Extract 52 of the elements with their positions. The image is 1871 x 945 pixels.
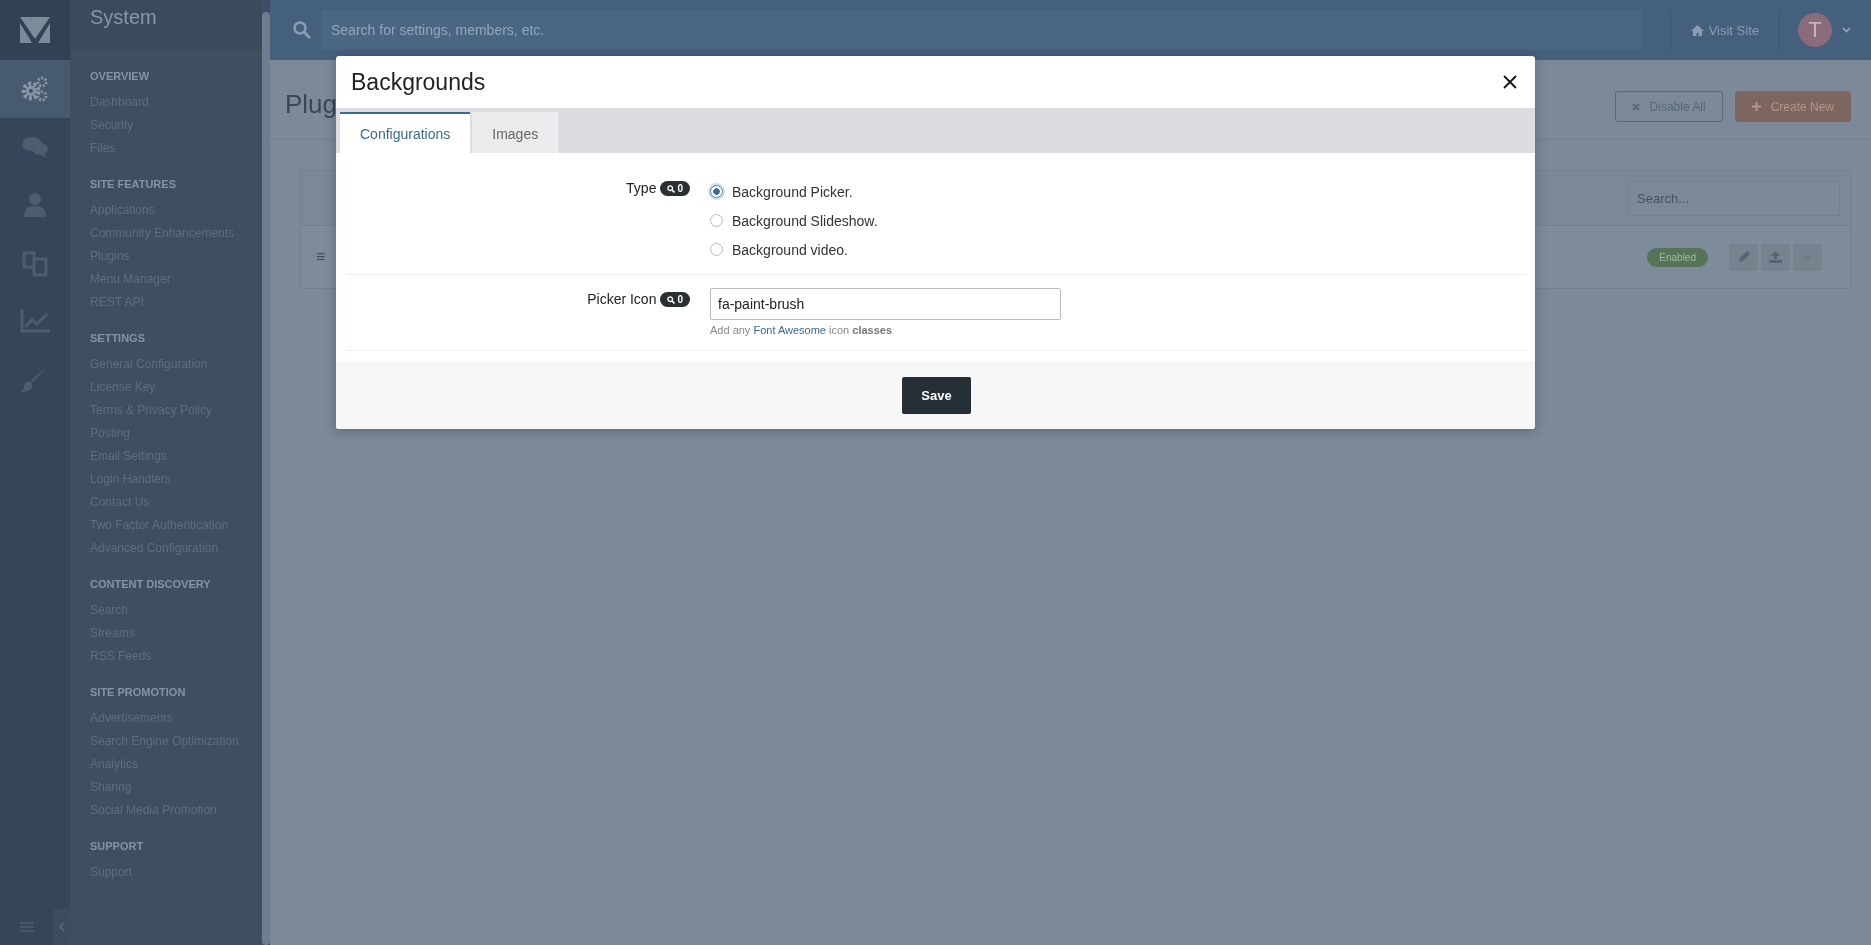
section-heading: SITE PROMOTION <box>90 686 186 698</box>
collapse-button[interactable] <box>54 909 70 945</box>
radio-button[interactable] <box>710 214 723 227</box>
sidebar-title: System <box>70 0 262 50</box>
status-badge: Enabled <box>1647 247 1708 267</box>
font-awesome-link[interactable]: Font Awesome <box>753 324 826 336</box>
text-input[interactable]: fa-paint-brush <box>710 288 1061 320</box>
tab[interactable]: Configurations <box>340 112 471 153</box>
section-heading: CONTENT DISCOVERY <box>90 578 211 590</box>
paint-brush-icon[interactable] <box>21 365 49 393</box>
home-icon <box>1690 24 1704 36</box>
search-count-badge[interactable]: 0 <box>660 181 690 196</box>
export-button[interactable] <box>1761 243 1790 271</box>
plus-icon <box>1751 102 1761 111</box>
line-chart-icon[interactable] <box>20 309 50 333</box>
modal-title: Backgrounds <box>351 68 486 96</box>
chat-bubbles-icon[interactable] <box>21 135 49 159</box>
edit-button[interactable] <box>1729 243 1758 271</box>
tab[interactable]: Images <box>472 112 559 153</box>
search-field[interactable]: Search... <box>1628 180 1840 216</box>
header-button[interactable]: Create New <box>1734 91 1851 122</box>
search-icon <box>667 295 676 304</box>
section-heading: OVERVIEW <box>90 70 150 82</box>
field-label: Type <box>626 180 657 196</box>
help-text: Add any Font Awesome icon classes <box>710 324 893 336</box>
visit-site-link[interactable]: Visit Site <box>1669 11 1780 49</box>
save-button[interactable]: Save <box>902 376 971 414</box>
search-icon <box>293 21 311 39</box>
page-title: Plug <box>285 89 339 120</box>
radio-label[interactable]: Background Slideshow. <box>732 212 878 229</box>
radio-label[interactable]: Background Picker. <box>732 183 853 200</box>
search-icon <box>667 184 676 193</box>
section-heading: SUPPORT <box>90 840 144 852</box>
caret-down-icon[interactable] <box>1842 27 1851 33</box>
pencil-icon <box>1737 251 1750 263</box>
section-heading: SITE FEATURES <box>90 178 176 190</box>
search-field[interactable]: Search for settings, members, etc. <box>321 10 1642 50</box>
radio-label[interactable]: Background video. <box>732 241 848 258</box>
section-heading: SETTINGS <box>90 332 145 344</box>
close-icon <box>1631 102 1640 111</box>
field-label: Picker Icon <box>587 291 657 307</box>
avatar[interactable]: T <box>1798 13 1832 47</box>
radio-button[interactable] <box>710 243 723 256</box>
gears-icon[interactable] <box>21 76 49 102</box>
radio-button[interactable] <box>710 185 723 198</box>
rail-button[interactable] <box>0 60 70 118</box>
search-count-badge[interactable]: 0 <box>660 292 690 307</box>
chevron-left-icon <box>59 922 65 932</box>
logo-icon[interactable] <box>0 0 70 60</box>
drag-handle[interactable]: ≡ <box>316 248 326 266</box>
upload-icon <box>1769 251 1782 263</box>
close-icon <box>1503 75 1517 89</box>
